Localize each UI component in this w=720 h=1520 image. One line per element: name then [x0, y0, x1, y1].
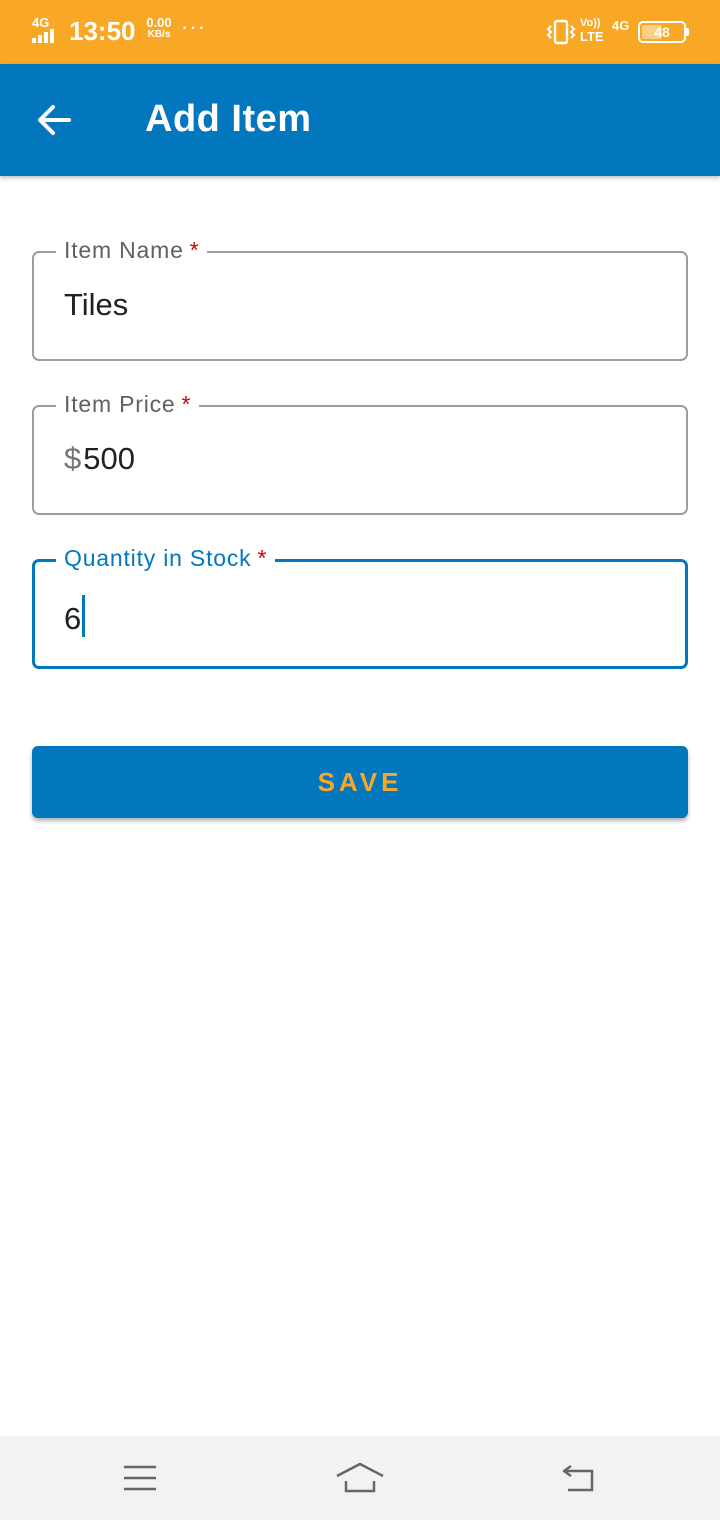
item-price-value: 500 [83, 441, 135, 476]
home-icon [336, 1462, 384, 1493]
volte-bottom: LTE [580, 29, 604, 44]
save-button-label: SAVE [317, 766, 403, 797]
arrow-back-icon [38, 105, 71, 135]
quantity-label: Quantity in Stock * [56, 545, 276, 572]
item-name-label-text: Item Name [64, 237, 184, 263]
item-name-label: Item Name * [56, 237, 208, 264]
quantity-value: 6 [64, 601, 82, 636]
item-price-field[interactable]: Item Price * $500 [32, 391, 688, 515]
battery-level: 48 [654, 24, 670, 40]
currency-prefix: $ [64, 441, 82, 476]
item-name-field[interactable]: Item Name * Tiles [32, 237, 688, 361]
vibrate-icon [546, 19, 576, 45]
item-price-label-text: Item Price [64, 391, 176, 417]
text-cursor [82, 595, 86, 637]
data-speed-value: 0.00 [146, 15, 172, 30]
signal-icon: 4G [32, 15, 62, 45]
network-type: 4G [32, 15, 50, 30]
quantity-label-text: Quantity in Stock [64, 545, 252, 571]
quantity-input[interactable]: 6 [64, 595, 86, 637]
back-icon [562, 1464, 594, 1492]
data-speed: 0.00 KB/s [143, 15, 175, 41]
status-bar: 4G 13:50 0.00 KB/s ··· Vo)) LTE 4G 48 [0, 0, 720, 64]
quantity-field[interactable]: Quantity in Stock * 6 [32, 545, 688, 669]
menu-icon [124, 1465, 156, 1491]
menu-button[interactable] [112, 1454, 168, 1502]
network-type-2: 4G [612, 18, 630, 33]
save-button[interactable]: SAVE [32, 746, 688, 818]
required-mark: * [181, 391, 192, 417]
back-nav-button[interactable] [550, 1454, 606, 1502]
item-price-input[interactable]: $500 [64, 441, 135, 477]
more-notifications-icon: ··· [181, 14, 206, 39]
required-mark: * [257, 545, 268, 571]
required-mark: * [189, 237, 200, 263]
volte-indicator: Vo)) LTE [580, 17, 608, 43]
data-speed-unit: KB/s [147, 29, 171, 40]
app-bar: Add Item [0, 64, 720, 176]
battery-icon: 48 [638, 21, 686, 43]
page-title: Add Item [145, 98, 312, 140]
back-button[interactable] [22, 88, 86, 152]
navigation-bar [0, 1436, 720, 1520]
battery-tip [686, 28, 689, 36]
home-button[interactable] [332, 1454, 388, 1502]
item-name-input[interactable]: Tiles [64, 287, 128, 323]
item-price-label: Item Price * [56, 391, 200, 418]
clock: 13:50 [69, 16, 136, 46]
